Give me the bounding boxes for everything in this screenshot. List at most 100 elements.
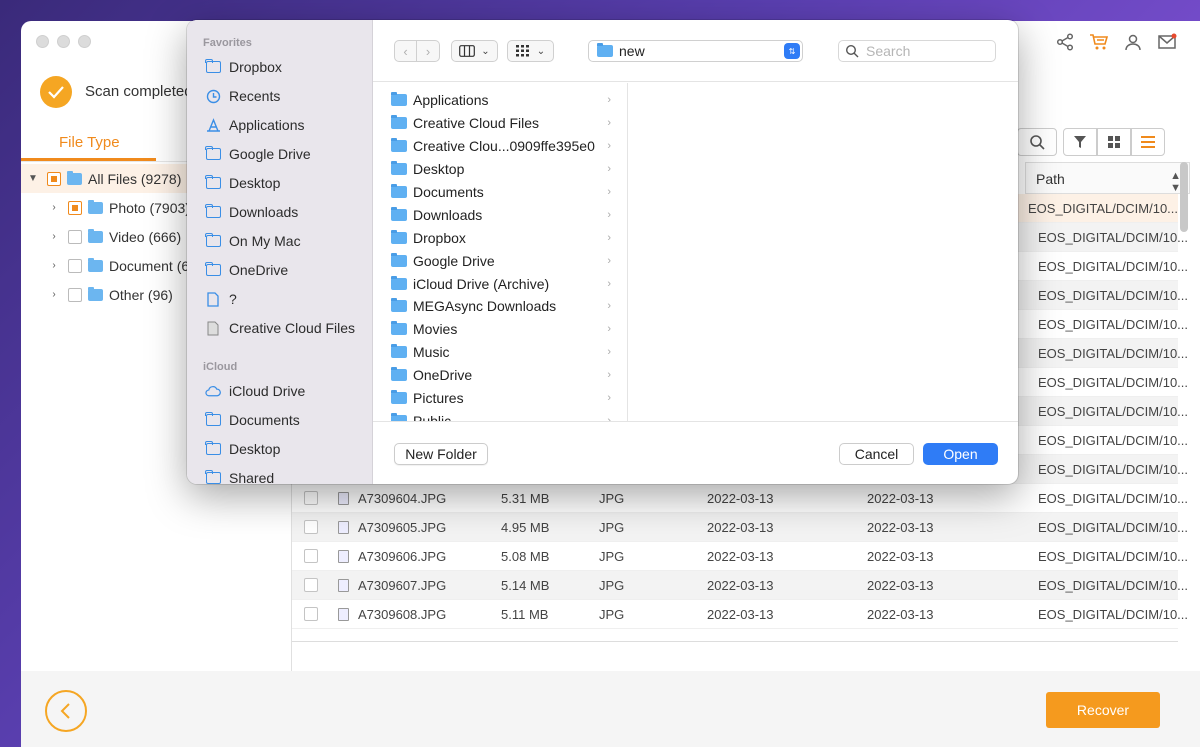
filter-icon[interactable] <box>1063 128 1097 156</box>
list-item[interactable]: Downloads › <box>373 203 627 226</box>
list-item[interactable]: Creative Cloud Files › <box>373 112 627 135</box>
close-window-button[interactable] <box>36 35 49 48</box>
list-item[interactable]: Public › <box>373 409 627 421</box>
sidebar-item-icloud-drive[interactable]: iCloud Drive <box>205 380 305 402</box>
chevron-right-icon: › <box>607 186 611 198</box>
sidebar-item-applications[interactable]: Applications <box>205 114 305 136</box>
sidebar-item-on-my-mac[interactable]: On My Mac <box>205 230 301 252</box>
checkbox[interactable] <box>68 287 82 302</box>
sidebar-item-onedrive[interactable]: OneDrive <box>205 259 288 281</box>
chevron-right-icon: › <box>607 231 611 244</box>
sidebar-item-downloads[interactable]: Downloads <box>205 201 298 223</box>
list-view-icon[interactable] <box>1131 128 1165 156</box>
chevron-right-icon: › <box>607 254 611 267</box>
row-checkbox[interactable] <box>304 549 318 563</box>
list-item[interactable]: Movies › <box>373 318 627 341</box>
table-row[interactable]: A7309608.JPG 5.11 MB JPG 2022-03-13 2022… <box>292 600 1188 629</box>
chevron-right-icon[interactable]: › <box>46 202 62 213</box>
forward-nav-icon[interactable]: › <box>417 40 440 62</box>
sidebar-item-icloud-documents[interactable]: Documents <box>205 409 300 431</box>
search-placeholder: Search <box>866 43 911 59</box>
folder-icon <box>205 262 221 277</box>
folder-icon <box>391 206 407 221</box>
tab-file-type[interactable]: File Type <box>21 126 156 161</box>
checkbox[interactable] <box>47 171 61 186</box>
chevron-right-icon[interactable]: › <box>46 289 62 300</box>
mail-icon[interactable] <box>1156 31 1178 53</box>
back-button[interactable] <box>45 690 87 732</box>
table-row[interactable]: A7309604.JPG 5.31 MB JPG 2022-03-13 2022… <box>292 484 1188 513</box>
new-folder-button[interactable]: New Folder <box>394 443 488 465</box>
chevron-right-icon[interactable]: › <box>46 260 62 271</box>
sidebar-item-icloud-desktop[interactable]: Desktop <box>205 438 280 460</box>
file-type: JPG <box>599 549 625 564</box>
path-cell: EOS_DIGITAL/DCIM/10... <box>1038 404 1189 419</box>
sidebar-item-google-drive[interactable]: Google Drive <box>205 143 311 165</box>
list-item[interactable]: Dropbox › <box>373 226 627 249</box>
search-icon[interactable] <box>1017 128 1057 156</box>
grid-view-icon[interactable] <box>1097 128 1131 156</box>
table-row[interactable]: A7309605.JPG 4.95 MB JPG 2022-03-13 2022… <box>292 513 1188 542</box>
location-popup[interactable]: new ⇅ <box>588 40 803 62</box>
list-item-label: Public <box>413 412 452 421</box>
path-cell: EOS_DIGITAL/DCIM/10... <box>1038 317 1189 332</box>
checkbox[interactable] <box>68 200 82 215</box>
cart-icon[interactable] <box>1088 31 1110 53</box>
user-icon[interactable] <box>1122 31 1144 53</box>
sidebar-item-label: Applications <box>229 117 305 133</box>
nav-buttons: ‹ › <box>394 40 440 62</box>
list-item[interactable]: Pictures › <box>373 387 627 410</box>
search-input[interactable]: Search <box>838 40 996 62</box>
vertical-scrollbar[interactable] <box>1180 162 1188 232</box>
folder-icon <box>205 233 221 248</box>
column-header-path[interactable]: Path ▲ ▼ <box>1025 162 1190 194</box>
back-nav-icon[interactable]: ‹ <box>394 40 417 62</box>
sidebar-item-shared[interactable]: Shared <box>205 467 274 484</box>
list-item-label: Desktop <box>413 161 465 178</box>
list-item[interactable]: iCloud Drive (Archive) › <box>373 272 627 295</box>
row-checkbox[interactable] <box>304 578 318 592</box>
modified-date: 2022-03-13 <box>867 491 934 506</box>
group-view-button[interactable]: ⌄ <box>507 40 554 62</box>
file-name: A7309606.JPG <box>358 549 447 564</box>
chevron-down-icon[interactable]: ▼ <box>25 173 41 184</box>
row-checkbox[interactable] <box>304 491 318 505</box>
checkbox[interactable] <box>68 229 82 244</box>
row-checkbox[interactable] <box>304 607 318 621</box>
dialog-footer: New Folder Cancel Open <box>373 421 1018 484</box>
list-item[interactable]: Music › <box>373 341 627 364</box>
file-size: 5.08 MB <box>501 549 550 564</box>
list-item[interactable]: Desktop › <box>373 158 627 181</box>
open-button[interactable]: Open <box>923 443 998 465</box>
list-item-label: Creative Cloud Files <box>413 115 540 132</box>
checkbox[interactable] <box>68 258 82 273</box>
recover-button[interactable]: Recover <box>1046 692 1160 728</box>
columns-view-button[interactable]: ⌄ <box>451 40 498 62</box>
list-item[interactable]: Documents › <box>373 181 627 204</box>
zoom-window-button[interactable] <box>78 35 91 48</box>
table-row[interactable]: A7309606.JPG 5.08 MB JPG 2022-03-13 2022… <box>292 542 1188 571</box>
row-checkbox[interactable] <box>304 520 318 534</box>
cancel-button[interactable]: Cancel <box>839 443 914 465</box>
chevron-updown-icon: ⇅ <box>784 43 800 59</box>
chevron-right-icon: › <box>607 208 611 221</box>
minimize-window-button[interactable] <box>57 35 70 48</box>
list-item[interactable]: Creative Clou...0909ffe395e0 › <box>373 135 627 158</box>
list-item[interactable]: Applications › <box>373 89 627 112</box>
sidebar-item-creative-cloud-files[interactable]: Creative Cloud Files <box>205 317 355 339</box>
share-icon[interactable] <box>1054 31 1076 53</box>
chevron-right-icon[interactable]: › <box>46 231 62 242</box>
list-item[interactable]: OneDrive › <box>373 364 627 387</box>
file-size: 5.14 MB <box>501 578 550 593</box>
sidebar-item-desktop[interactable]: Desktop <box>205 172 280 194</box>
sidebar-item-label: Desktop <box>229 441 281 457</box>
sidebar-item-dropbox[interactable]: Dropbox <box>205 56 282 78</box>
list-item[interactable]: MEGAsync Downloads › <box>373 295 627 318</box>
sidebar-item-unknown[interactable]: ? <box>205 288 237 310</box>
sidebar-item-recents[interactable]: Recents <box>205 85 280 107</box>
list-item[interactable]: Google Drive › <box>373 249 627 272</box>
table-row[interactable]: A7309607.JPG 5.14 MB JPG 2022-03-13 2022… <box>292 571 1188 600</box>
horizontal-scrollbar[interactable] <box>292 641 1178 671</box>
image-file-icon <box>338 608 349 621</box>
created-date: 2022-03-13 <box>707 520 774 535</box>
